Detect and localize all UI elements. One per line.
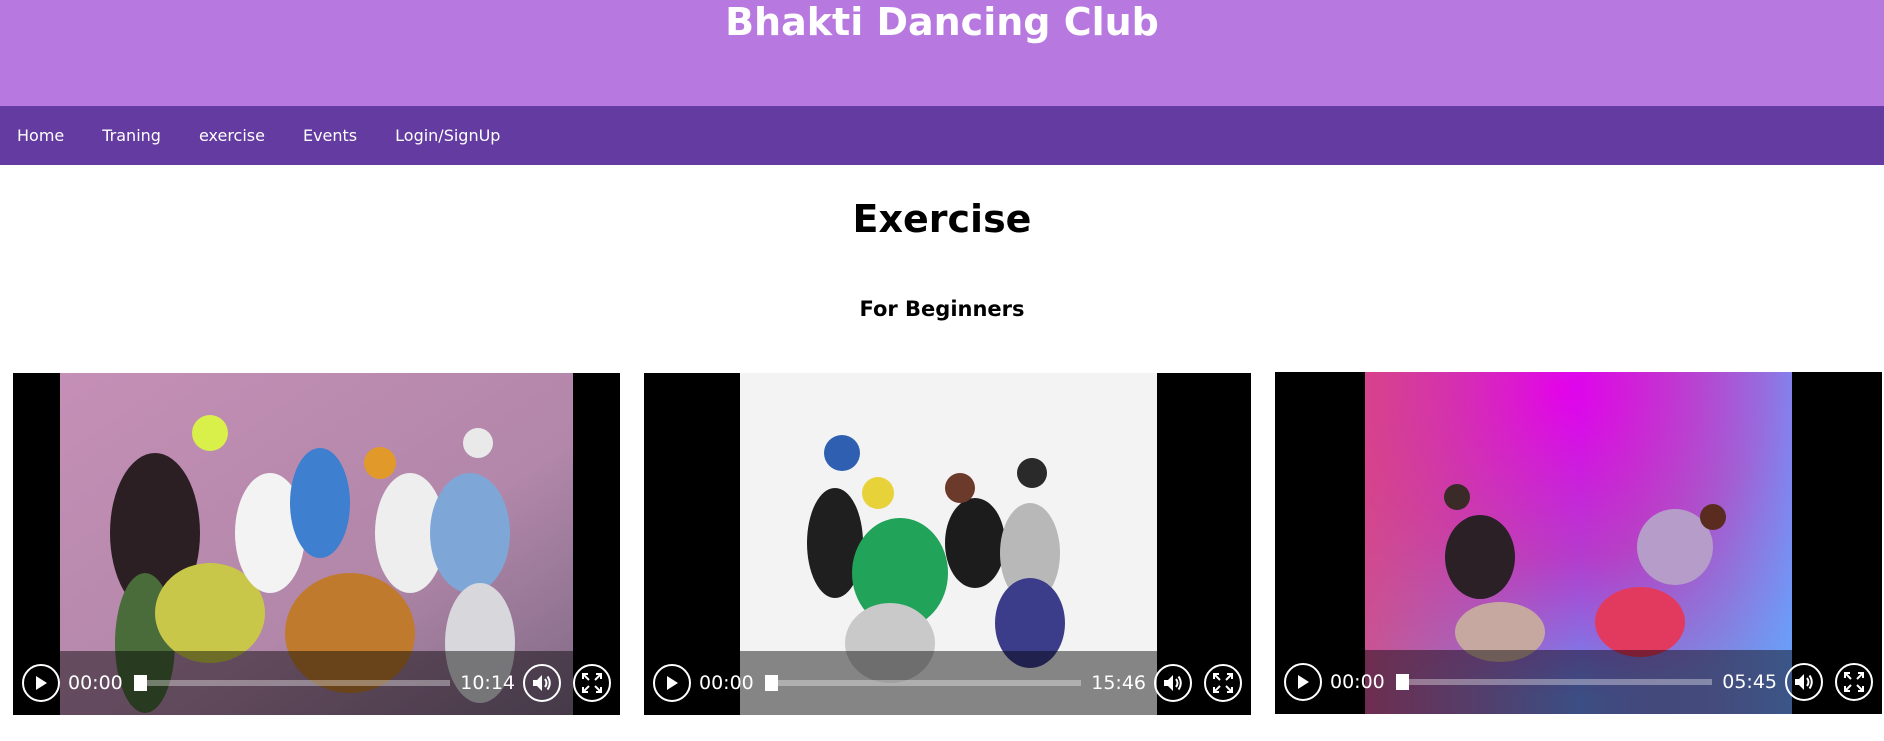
play-icon[interactable] xyxy=(1284,663,1322,701)
video-player-1[interactable]: 00:00 10:14 xyxy=(13,373,620,715)
nav-item-exercise[interactable]: exercise xyxy=(199,126,265,145)
section-title: For Beginners xyxy=(859,297,1025,321)
duration: 05:45 xyxy=(1722,671,1777,693)
current-time: 00:00 xyxy=(68,672,123,694)
seek-handle[interactable] xyxy=(1395,674,1409,690)
current-time: 00:00 xyxy=(1330,671,1385,693)
seek-handle[interactable] xyxy=(764,675,778,691)
play-icon[interactable] xyxy=(653,664,691,702)
seek-bar[interactable] xyxy=(133,675,451,691)
duration: 15:46 xyxy=(1091,672,1146,694)
video-player-3[interactable]: 00:00 05:45 xyxy=(1275,372,1882,714)
fullscreen-icon[interactable] xyxy=(573,664,611,702)
seek-handle[interactable] xyxy=(133,675,147,691)
play-icon[interactable] xyxy=(22,664,60,702)
page-title: Exercise xyxy=(852,197,1032,241)
fullscreen-icon[interactable] xyxy=(1835,663,1873,701)
volume-icon[interactable] xyxy=(523,664,561,702)
volume-icon[interactable] xyxy=(1785,663,1823,701)
site-header: Bhakti Dancing Club xyxy=(0,0,1884,106)
nav-item-login-signup[interactable]: Login/SignUp xyxy=(395,126,500,145)
site-title: Bhakti Dancing Club xyxy=(725,0,1159,44)
duration: 10:14 xyxy=(460,672,515,694)
nav-item-events[interactable]: Events xyxy=(303,126,357,145)
volume-icon[interactable] xyxy=(1154,664,1192,702)
nav-bar: Home Traning exercise Events Login/SignU… xyxy=(0,106,1884,165)
seek-bar[interactable] xyxy=(764,675,1082,691)
seek-bar[interactable] xyxy=(1395,674,1713,690)
video-controls: 00:00 10:14 xyxy=(13,651,620,715)
fullscreen-icon[interactable] xyxy=(1204,664,1242,702)
nav-item-home[interactable]: Home xyxy=(17,126,64,145)
current-time: 00:00 xyxy=(699,672,754,694)
video-controls: 00:00 05:45 xyxy=(1275,650,1882,714)
video-player-2[interactable]: 00:00 15:46 xyxy=(644,373,1251,715)
video-grid: 00:00 10:14 00:00 15:46 00:00 05:45 xyxy=(0,372,1884,715)
video-controls: 00:00 15:46 xyxy=(644,651,1251,715)
nav-item-training[interactable]: Traning xyxy=(102,126,161,145)
